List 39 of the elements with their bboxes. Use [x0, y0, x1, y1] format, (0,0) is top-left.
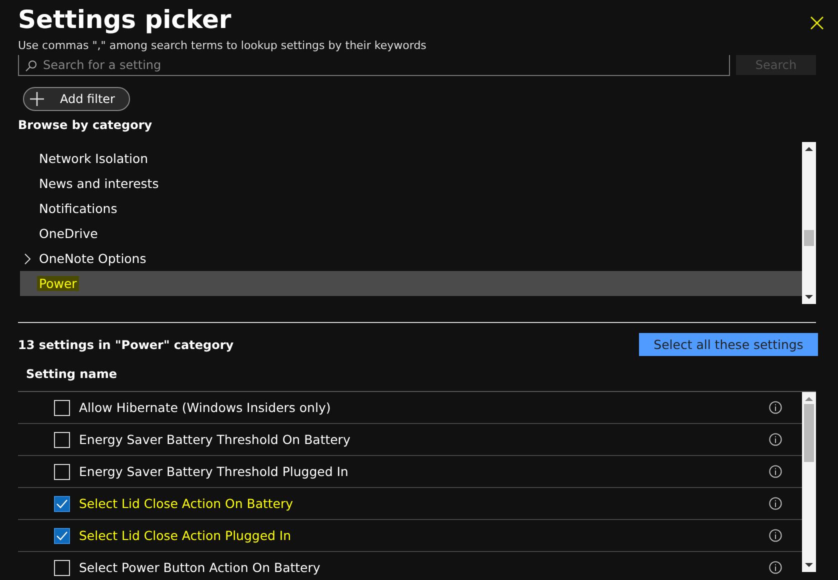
- scrollbar-thumb[interactable]: [804, 230, 814, 246]
- scrollbar-thumb[interactable]: [804, 404, 814, 462]
- search-field[interactable]: Search for a setting: [18, 55, 730, 76]
- plus-icon: [30, 92, 44, 106]
- checkbox[interactable]: [54, 528, 70, 544]
- scrollbar[interactable]: [802, 142, 816, 304]
- setting-name: Energy Saver Battery Threshold Plugged In: [79, 464, 350, 479]
- info-icon[interactable]: [769, 433, 782, 446]
- setting-name: Select Lid Close Action Plugged In: [79, 528, 292, 543]
- close-icon[interactable]: [810, 16, 824, 30]
- category-item[interactable]: OneDrive: [20, 221, 802, 246]
- up-arrow-icon[interactable]: [805, 146, 813, 152]
- settings-count: 13 settings in "Power" category: [18, 338, 234, 352]
- scrollbar[interactable]: [802, 392, 816, 572]
- column-header: Setting name: [26, 367, 118, 381]
- info-icon[interactable]: [769, 561, 782, 574]
- setting-name: Energy Saver Battery Threshold On Battery: [79, 432, 352, 447]
- category-item[interactable]: OneNote Options: [20, 246, 802, 271]
- category-item[interactable]: Network Isolation: [20, 146, 802, 171]
- category-item[interactable]: News and interests: [20, 171, 802, 196]
- setting-name: Select Lid Close Action On Battery: [79, 496, 294, 511]
- info-icon[interactable]: [769, 465, 782, 478]
- info-icon[interactable]: [769, 401, 782, 414]
- chevron-icon: [24, 252, 31, 264]
- category-item[interactable]: Power: [20, 271, 802, 296]
- add-filter-button[interactable]: Add filter: [23, 87, 130, 111]
- panel-title: Settings picker: [18, 4, 232, 36]
- info-icon[interactable]: [769, 529, 782, 542]
- setting-name: Allow Hibernate (Windows Insiders only): [79, 400, 332, 415]
- category-item[interactable]: Notifications: [20, 196, 802, 221]
- search-icon: [25, 60, 37, 72]
- checkbox[interactable]: [54, 496, 70, 512]
- down-arrow-icon[interactable]: [805, 562, 813, 568]
- browse-heading: Browse by category: [18, 118, 154, 132]
- down-arrow-icon[interactable]: [805, 294, 813, 300]
- panel-subtitle: Use commas "," among search terms to lookup settings by their keywords: [18, 39, 426, 52]
- setting-name: Select Power Button Action On Battery: [79, 560, 322, 575]
- select-all-button[interactable]: Select all these settings: [639, 333, 818, 356]
- info-icon[interactable]: [769, 497, 782, 510]
